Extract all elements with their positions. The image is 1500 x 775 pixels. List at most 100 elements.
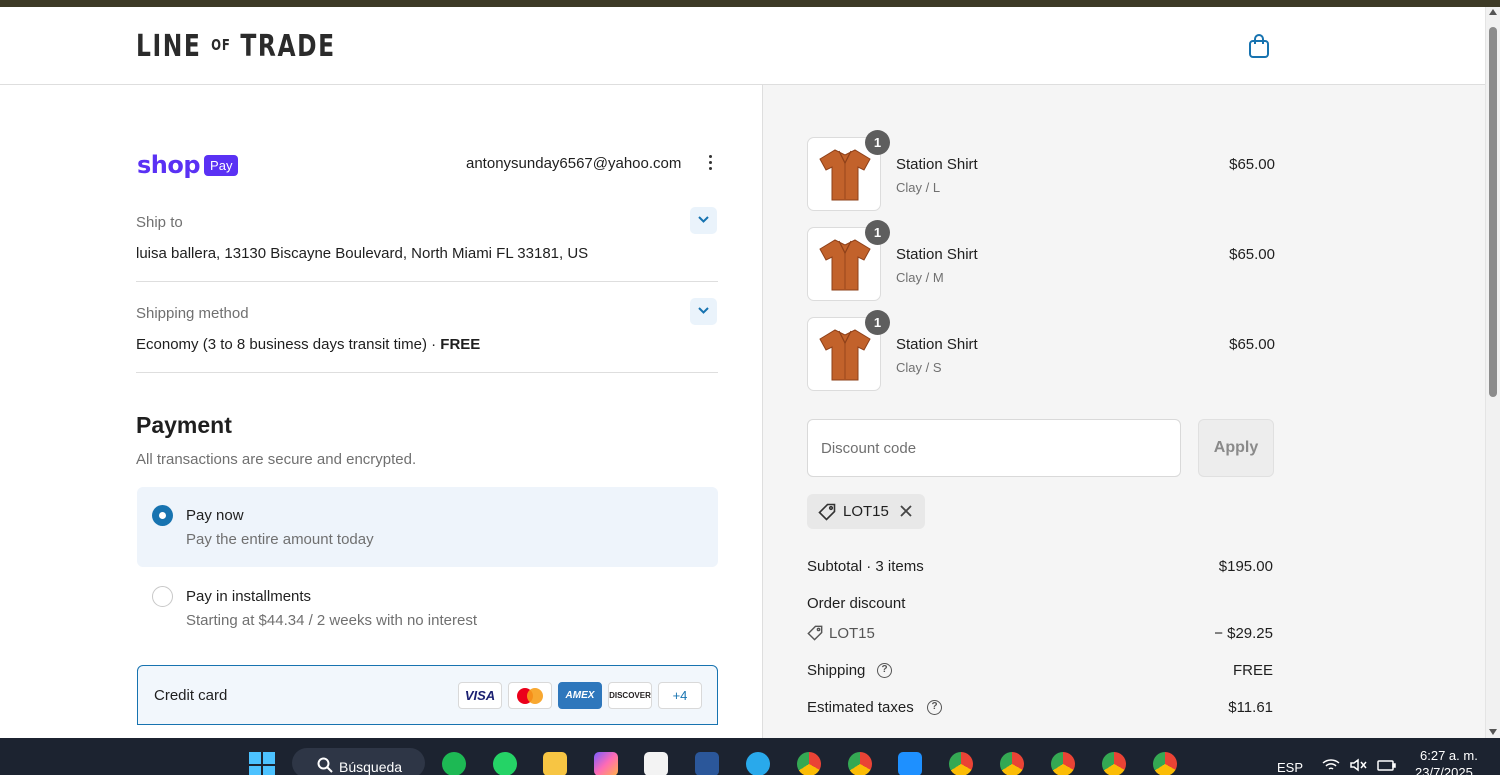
edge-icon[interactable] [898,752,922,775]
brand-logo[interactable]: LINE OF TRADE [136,29,336,64]
divider [136,372,718,373]
item-price: $65.00 [1229,246,1275,263]
item-name: Station Shirt [896,336,978,353]
chrome-profile-icon[interactable] [1153,752,1177,775]
pay-installments-subtitle: Starting at $44.34 / 2 weeks with no int… [186,612,477,629]
telegram-icon[interactable] [746,752,770,775]
payment-title: Payment [136,412,232,438]
quantity-badge: 1 [865,130,890,155]
item-name: Station Shirt [896,156,978,173]
chrome-profile-icon[interactable] [848,752,872,775]
chevron-down-icon [698,216,709,223]
close-icon[interactable] [899,504,913,518]
pay-installments-radio[interactable] [152,586,173,607]
volume-muted-icon[interactable] [1350,758,1368,772]
estimated-taxes-label: Estimated taxes [807,699,914,716]
kebab-menu-icon[interactable] [703,155,717,173]
help-icon[interactable]: ? [927,700,942,715]
checkout-main: shop Pay antonysunday6567@yahoo.com Ship… [0,85,762,738]
search-label: Búsqueda [339,759,403,775]
credit-card-label: Credit card [154,687,228,704]
scroll-down-arrow-icon[interactable] [1489,729,1497,735]
chrome-profile-icon[interactable] [1000,752,1024,775]
wifi-icon[interactable] [1322,758,1340,772]
more-cards-badge[interactable]: +4 [658,682,702,709]
whatsapp-icon[interactable] [493,752,517,775]
search-icon [317,757,333,773]
shipping-method-value: Economy (3 to 8 business days transit ti… [136,336,480,353]
browser-top-strip [0,0,1500,7]
battery-icon[interactable] [1377,758,1397,772]
chrome-icon[interactable] [797,752,821,775]
chevron-down-icon [698,307,709,314]
cart-item: 1 Station Shirt Clay / L $65.00 [807,130,1275,211]
account-email: antonysunday6567@yahoo.com [466,155,682,172]
tag-icon [807,625,823,641]
shipping-label: Shipping [807,662,866,679]
chrome-profile-icon[interactable] [949,752,973,775]
pay-now-option[interactable] [137,487,718,567]
quantity-badge: 1 [865,220,890,245]
cart-item: 1 Station Shirt Clay / M $65.00 [807,220,1275,301]
divider [136,281,718,282]
pay-now-radio[interactable] [152,505,173,526]
order-summary: 1 Station Shirt Clay / L $65.00 1 Statio… [762,85,1485,738]
language-indicator[interactable]: ESP [1277,760,1303,775]
chrome-profile-icon[interactable] [1051,752,1075,775]
help-icon[interactable]: ? [877,663,892,678]
discount-code-input[interactable] [807,419,1181,477]
ship-to-expand-button[interactable] [690,207,717,234]
visa-logo: VISA [458,682,502,709]
pay-installments-title[interactable]: Pay in installments [186,588,311,605]
order-discount-code: LOT15 [829,625,875,642]
subtotal-label: Subtotal · 3 items [807,558,924,575]
spotify-icon[interactable] [442,752,466,775]
brand-word-trade: TRADE [240,29,336,64]
word-icon[interactable] [695,752,719,775]
file-explorer-icon[interactable] [543,752,567,775]
clock-date[interactable]: 23/7/2025 [1415,765,1473,775]
item-name: Station Shirt [896,246,978,263]
order-discount-value: − $29.25 [1214,625,1273,642]
product-thumbnail: 1 [807,130,890,211]
page-scrollbar[interactable] [1485,7,1500,738]
applied-discount-code: LOT15 [843,503,889,520]
shipping-method-price: FREE [440,336,481,353]
product-thumbnail: 1 [807,310,890,391]
shipping-value: FREE [1232,662,1273,679]
windows-taskbar: Búsqueda ESP 6:27 a. m. 23/7/2025 [0,738,1500,775]
discover-logo: DISCOVER [608,682,652,709]
quantity-badge: 1 [865,310,890,335]
shirt-image [819,239,871,291]
taskbar-search[interactable]: Búsqueda [292,748,425,775]
product-thumbnail: 1 [807,220,890,301]
brand-word-line: LINE [136,29,202,64]
windows-start-icon[interactable] [249,752,275,775]
payment-subtitle: All transactions are secure and encrypte… [136,451,417,468]
scroll-up-arrow-icon[interactable] [1489,9,1497,15]
shop-pay-logo: shop Pay [137,151,239,179]
applied-discount-chip: LOT15 [807,494,925,529]
ship-to-label: Ship to [136,214,183,231]
mastercard-logo [508,682,552,709]
tag-icon [818,503,836,521]
chrome-profile-icon[interactable] [1102,752,1126,775]
estimated-taxes-value: $11.61 [1228,699,1273,716]
ship-to-address: luisa ballera, 13130 Biscayne Boulevard,… [136,245,589,262]
credit-card-option[interactable]: Credit card VISA AMEX DISCOVER +4 [137,665,718,725]
shipping-method-expand-button[interactable] [690,298,717,325]
item-price: $65.00 [1229,156,1275,173]
subtotal-value: $195.00 [1218,558,1273,575]
clock-time[interactable]: 6:27 a. m. [1420,748,1478,763]
scrollbar-thumb[interactable] [1489,27,1497,397]
pay-now-subtitle: Pay the entire amount today [186,531,374,548]
shopping-bag-icon[interactable] [1247,33,1271,59]
copilot-icon[interactable] [594,752,618,775]
apply-discount-button[interactable]: Apply [1198,419,1274,477]
shirt-image [819,149,871,201]
order-discount-label: Order discount [807,595,906,612]
brand-word-of: OF [211,36,231,54]
amex-logo: AMEX [558,682,602,709]
item-price: $65.00 [1229,336,1275,353]
snipping-tool-icon[interactable] [644,752,668,775]
